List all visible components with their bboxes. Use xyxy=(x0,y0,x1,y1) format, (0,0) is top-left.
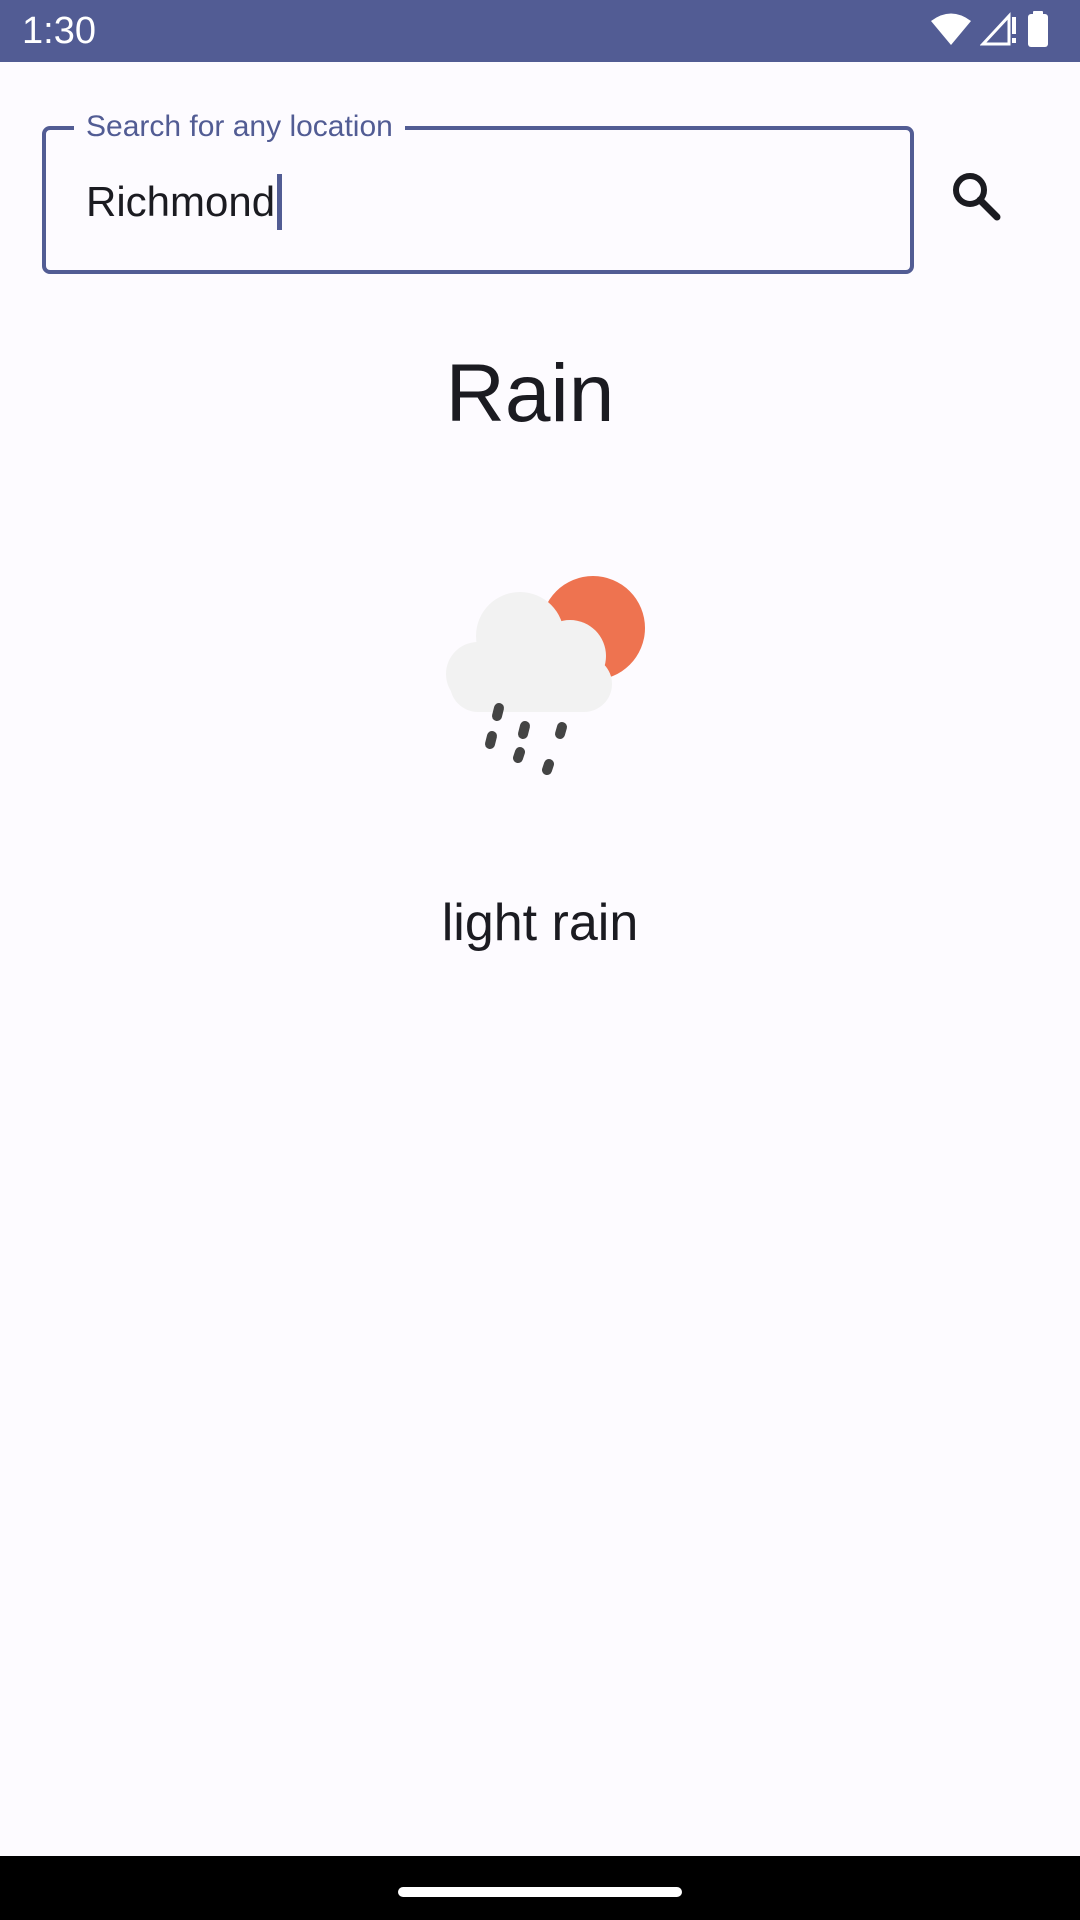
battery-icon xyxy=(1026,10,1050,53)
status-icons xyxy=(930,10,1050,53)
search-button[interactable] xyxy=(926,148,1026,248)
search-value: Richmond xyxy=(86,178,276,225)
status-bar: 1:30 xyxy=(0,0,1080,62)
status-time: 1:30 xyxy=(22,10,96,52)
wifi-icon xyxy=(930,12,972,51)
search-value-container: Richmond xyxy=(86,174,283,230)
text-caret xyxy=(277,174,283,230)
weather-main: Rain xyxy=(445,348,615,439)
search-label: Search for any location xyxy=(74,108,405,146)
navigation-bar xyxy=(0,1856,1080,1920)
cell-signal-icon xyxy=(979,11,1018,52)
search-row: Search for any location Richmond xyxy=(42,108,914,274)
weather-description: light rain xyxy=(441,894,639,952)
cloud-sun-rain-icon xyxy=(420,556,660,796)
search-icon xyxy=(950,170,1002,227)
home-gesture-handle[interactable] xyxy=(398,1887,682,1897)
search-input[interactable]: Search for any location Richmond xyxy=(42,108,914,274)
